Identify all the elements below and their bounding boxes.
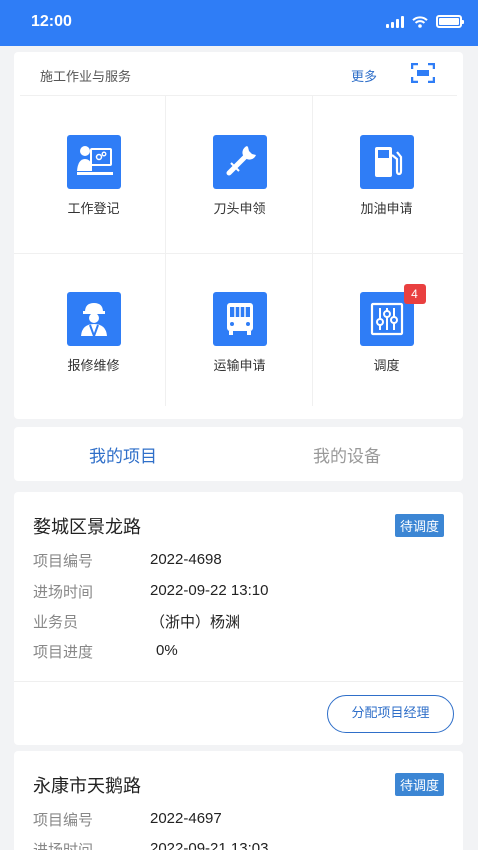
project-number: 2022-4698 [150,551,222,568]
services-grid: 工作登记 刀头申领 加油申请 报修维修 运输申请 4 调度 [14,96,463,419]
service-dispatch[interactable]: 4 调度 [312,253,461,410]
field-label-salesperson: 业务员 [33,613,79,631]
status-badge: 待调度 [394,773,444,796]
status-badge: 待调度 [394,514,444,537]
scan-icon[interactable] [411,63,435,83]
project-name: 永康市天鹅路 [33,776,141,797]
service-tool-request[interactable]: 刀头申领 [165,96,314,253]
service-work-register[interactable]: 工作登记 [19,96,168,253]
project-number: 2022-4697 [150,810,222,827]
services-title: 施工作业与服务 [40,70,132,85]
services-card: 施工作业与服务 更多 工作登记 刀头申领 加油申请 报修维修 运输申请 4 调度 [14,52,463,419]
card-divider [14,681,463,682]
assign-manager-button[interactable]: 分配项目经理 [327,695,454,733]
tool-icon [212,135,267,189]
status-time: 12:00 [31,13,72,30]
field-label-progress: 项目进度 [33,643,94,661]
dispatch-sliders-icon: 4 [359,284,426,346]
salesperson: （浙中）杨渊 [150,613,241,631]
service-label: 运输申请 [213,359,266,374]
work-register-icon [66,135,121,189]
field-label-number: 项目编号 [33,811,94,829]
status-bar: 12:00 [0,0,478,46]
service-label: 报修维修 [67,359,120,374]
wifi-icon [412,15,428,28]
worker-icon [66,292,121,346]
fuel-pump-icon [359,135,414,189]
signal-icon [386,15,404,28]
field-label-number: 项目编号 [33,552,94,570]
project-tabs: 我的项目 我的设备 [14,427,463,481]
tab-my-equipment[interactable]: 我的设备 [313,442,381,467]
project-card[interactable]: 婺城区景龙路 待调度 项目编号 2022-4698 进场时间 2022-09-2… [14,492,463,745]
project-name: 婺城区景龙路 [33,517,141,538]
service-repair[interactable]: 报修维修 [19,253,168,410]
services-header: 施工作业与服务 更多 [20,52,457,96]
service-label: 调度 [373,359,400,374]
service-fuel-request[interactable]: 加油申请 [312,96,461,253]
project-progress: 0% [156,642,178,659]
field-label-entry-time: 进场时间 [33,841,94,850]
battery-icon [436,15,464,28]
service-transport[interactable]: 运输申请 [165,253,314,410]
dispatch-count-badge: 4 [403,284,426,304]
service-label: 刀头申领 [213,202,266,217]
service-label: 加油申请 [360,202,413,217]
field-label-entry-time: 进场时间 [33,583,94,601]
service-label: 工作登记 [67,202,120,217]
entry-time: 2022-09-22 13:10 [150,582,269,599]
status-icons [386,15,464,28]
more-link[interactable]: 更多 [351,66,377,85]
entry-time: 2022-09-21 13:03 [150,840,269,850]
project-card[interactable]: 永康市天鹅路 待调度 项目编号 2022-4697 进场时间 2022-09-2… [14,751,463,850]
truck-icon [212,292,267,346]
tab-my-projects[interactable]: 我的项目 [89,442,157,467]
